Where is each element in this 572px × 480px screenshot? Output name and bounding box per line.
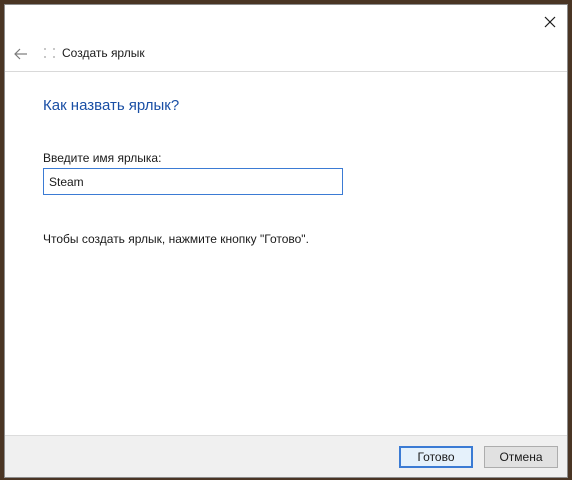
- wizard-header: Создать ярлык: [5, 37, 567, 72]
- finish-hint-text: Чтобы создать ярлык, нажмите кнопку "Гот…: [43, 232, 309, 246]
- finish-button[interactable]: Готово: [399, 446, 473, 468]
- close-icon: [544, 16, 556, 28]
- back-button[interactable]: [12, 45, 30, 63]
- back-arrow-icon: [14, 48, 27, 60]
- cancel-button[interactable]: Отмена: [484, 446, 558, 468]
- create-shortcut-window: Создать ярлык Как назвать ярлык? Введите…: [4, 4, 568, 478]
- page-heading: Как назвать ярлык?: [43, 97, 180, 114]
- dialog-footer: Готово Отмена: [5, 435, 567, 477]
- shortcut-wizard-icon: [44, 48, 55, 58]
- shortcut-name-input[interactable]: [43, 168, 343, 195]
- close-button[interactable]: [539, 11, 561, 33]
- wizard-title: Создать ярлык: [62, 46, 145, 60]
- shortcut-name-label: Введите имя ярлыка:: [43, 151, 162, 165]
